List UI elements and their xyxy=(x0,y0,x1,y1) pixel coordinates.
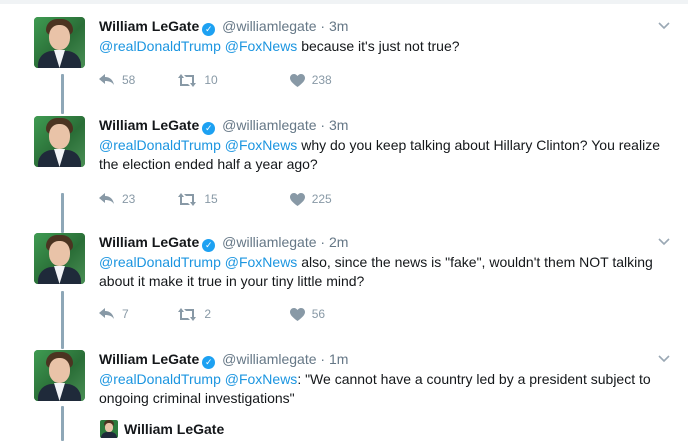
top-border xyxy=(0,0,688,4)
mention-link[interactable]: @realDonaldTrump xyxy=(99,137,221,153)
heart-icon xyxy=(289,307,305,321)
avatar[interactable] xyxy=(34,350,85,401)
retweet-icon xyxy=(178,73,197,87)
reply-button[interactable]: 58 xyxy=(99,72,174,87)
tweet-header: William LeGate ✓ @williamlegate · 3m xyxy=(99,116,348,135)
heart-icon xyxy=(289,192,305,206)
avatar[interactable] xyxy=(34,17,85,68)
author-handle[interactable]: @williamlegate xyxy=(222,18,316,34)
tweet-actions: 58 10 238 xyxy=(99,72,332,87)
like-count: 56 xyxy=(311,307,326,322)
tweet-text: @realDonaldTrump @FoxNews also, since th… xyxy=(99,253,674,291)
reply-button[interactable]: 23 xyxy=(99,191,174,206)
verified-icon: ✓ xyxy=(202,122,216,135)
quoted-author-name: William LeGate xyxy=(124,421,225,437)
verified-icon: ✓ xyxy=(202,356,216,369)
reply-count: 7 xyxy=(122,307,129,322)
retweet-button[interactable]: 2 xyxy=(177,306,286,321)
retweet-button[interactable]: 15 xyxy=(177,191,286,206)
reply-icon xyxy=(99,193,114,205)
separator: · xyxy=(320,117,326,133)
mention-link[interactable]: @FoxNews xyxy=(225,38,298,54)
tweet-header: William LeGate ✓ @williamlegate · 2m xyxy=(99,233,348,252)
tweet-body: because it's just not true? xyxy=(297,38,460,54)
quoted-tweet-author[interactable]: William LeGate xyxy=(100,420,224,438)
like-count: 225 xyxy=(311,192,332,207)
author-handle[interactable]: @williamlegate xyxy=(222,234,316,250)
reply-button[interactable]: 7 xyxy=(99,306,174,321)
separator: · xyxy=(320,351,326,367)
tweet-header: William LeGate ✓ @williamlegate · 3m xyxy=(99,17,348,36)
verified-icon: ✓ xyxy=(202,239,216,252)
chevron-down-icon[interactable] xyxy=(658,352,670,366)
chevron-down-icon[interactable] xyxy=(658,235,670,249)
thread-line xyxy=(61,74,64,114)
timestamp[interactable]: 3m xyxy=(329,117,348,133)
tweet-text: @realDonaldTrump @FoxNews because it's j… xyxy=(99,37,674,56)
mention-link[interactable]: @FoxNews xyxy=(225,254,298,270)
mention-link[interactable]: @realDonaldTrump xyxy=(99,371,221,387)
mention-link[interactable]: @FoxNews xyxy=(225,371,298,387)
heart-icon xyxy=(289,73,305,87)
author-handle[interactable]: @williamlegate xyxy=(222,351,316,367)
retweet-button[interactable]: 10 xyxy=(177,72,286,87)
author-handle[interactable]: @williamlegate xyxy=(222,117,316,133)
author-name[interactable]: William LeGate xyxy=(99,234,199,250)
mention-link[interactable]: @realDonaldTrump xyxy=(99,38,221,54)
retweet-icon xyxy=(178,307,197,321)
tweet-actions: 23 15 225 xyxy=(99,191,332,206)
tweet-header: William LeGate ✓ @williamlegate · 1m xyxy=(99,350,348,369)
timestamp[interactable]: 1m xyxy=(329,351,348,367)
mention-link[interactable]: @realDonaldTrump xyxy=(99,254,221,270)
reply-icon xyxy=(99,74,114,86)
timestamp[interactable]: 3m xyxy=(329,18,348,34)
retweet-count: 10 xyxy=(204,73,218,88)
author-name[interactable]: William LeGate xyxy=(99,117,199,133)
retweet-count: 2 xyxy=(204,307,212,322)
tweet-text: @realDonaldTrump @FoxNews why do you kee… xyxy=(99,136,674,174)
thread-line xyxy=(61,406,64,441)
like-button[interactable]: 225 xyxy=(289,191,332,207)
avatar xyxy=(100,420,118,438)
retweet-count: 15 xyxy=(204,192,218,207)
tweet-text: @realDonaldTrump @FoxNews: "We cannot ha… xyxy=(99,370,674,408)
like-button[interactable]: 238 xyxy=(289,72,332,88)
thread-line xyxy=(61,193,64,233)
avatar[interactable] xyxy=(34,116,85,167)
like-button[interactable]: 56 xyxy=(289,306,326,322)
retweet-icon xyxy=(178,192,197,206)
chevron-down-icon[interactable] xyxy=(658,19,670,33)
reply-count: 23 xyxy=(122,192,136,207)
author-name[interactable]: William LeGate xyxy=(99,18,199,34)
timestamp[interactable]: 2m xyxy=(329,234,348,250)
mention-link[interactable]: @FoxNews xyxy=(225,137,298,153)
tweet-actions: 7 2 56 xyxy=(99,306,325,321)
thread-line xyxy=(61,291,64,349)
verified-icon: ✓ xyxy=(202,23,216,36)
reply-count: 58 xyxy=(122,73,136,88)
separator: · xyxy=(320,18,326,34)
separator: · xyxy=(320,234,326,250)
author-name[interactable]: William LeGate xyxy=(99,351,199,367)
reply-icon xyxy=(99,308,114,320)
avatar[interactable] xyxy=(34,233,85,284)
like-count: 238 xyxy=(311,73,332,88)
